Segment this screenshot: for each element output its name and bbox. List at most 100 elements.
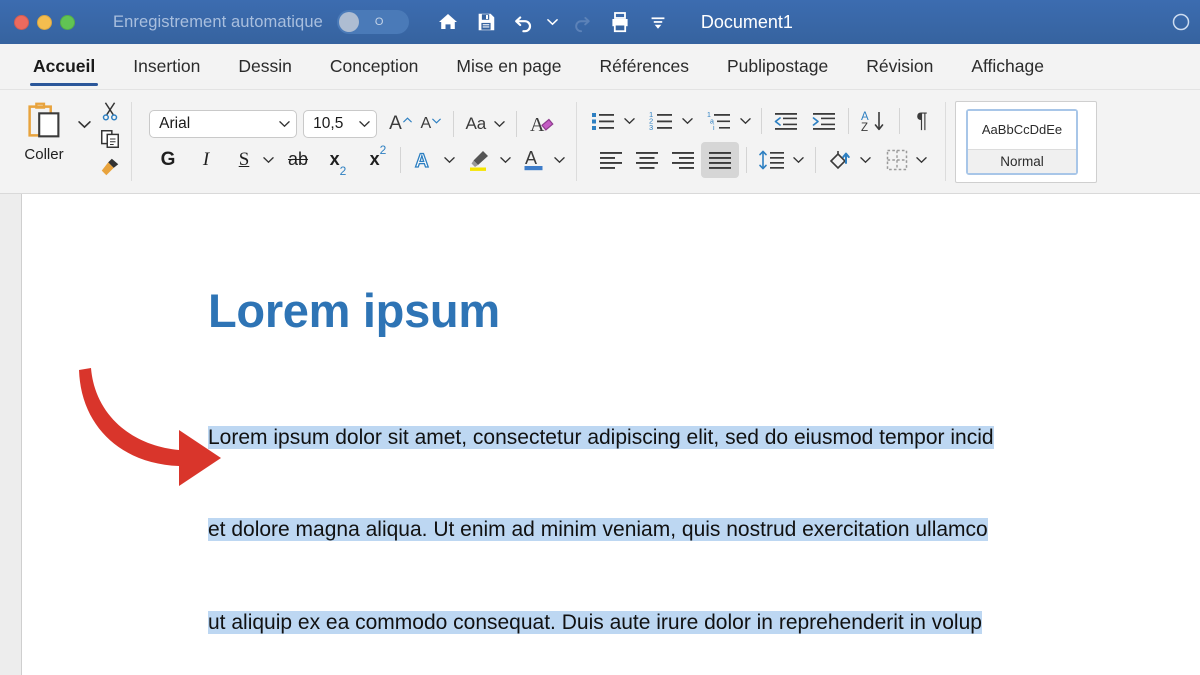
minimize-window-button[interactable] (37, 14, 52, 30)
share-icon[interactable] (1164, 6, 1198, 38)
chevron-down-icon (359, 120, 370, 127)
multilevel-list-button[interactable]: 1 a i (702, 106, 736, 136)
underline-chevron-down-icon[interactable] (259, 146, 277, 174)
numbering-button[interactable]: 1 2 3 (644, 106, 678, 136)
svg-text:3: 3 (649, 123, 653, 132)
font-size-value: 10,5 (313, 114, 344, 132)
paste-button[interactable]: Coller (12, 90, 76, 163)
tab-conception[interactable]: Conception (311, 44, 438, 90)
copy-button[interactable] (95, 126, 125, 152)
bold-button[interactable]: G (153, 145, 183, 175)
tab-label: Affichage (971, 56, 1044, 76)
format-painter-button[interactable] (95, 154, 125, 180)
numbering-chevron-down-icon[interactable] (678, 107, 696, 135)
document-page[interactable]: Lorem ipsum Lorem ipsum dolor sit amet, … (23, 194, 1200, 675)
paste-dropdown-chevron-down-icon[interactable] (78, 90, 91, 134)
bullets-button[interactable] (586, 106, 620, 136)
show-formatting-marks-button[interactable]: ¶ (907, 106, 937, 136)
tab-mise-en-page[interactable]: Mise en page (437, 44, 580, 90)
strikethrough-button[interactable]: ab (283, 145, 313, 175)
svg-text:A: A (525, 148, 537, 168)
home-icon[interactable] (431, 6, 465, 38)
align-right-button[interactable] (665, 143, 701, 177)
tab-references[interactable]: Références (581, 44, 709, 90)
change-case-chevron-down-icon[interactable] (491, 110, 509, 138)
shading-button[interactable] (823, 145, 857, 175)
align-right-icon (671, 151, 694, 169)
tab-revision[interactable]: Révision (847, 44, 952, 90)
document-title: Document1 (700, 11, 793, 32)
close-window-button[interactable] (14, 14, 29, 30)
undo-icon[interactable] (507, 6, 541, 38)
shading-chevron-down-icon[interactable] (857, 146, 875, 174)
undo-dropdown-chevron-down-icon[interactable] (545, 6, 561, 38)
styles-group: AaBbCcDdEe Normal (945, 90, 1097, 193)
font-color-chevron-down-icon[interactable] (550, 146, 568, 174)
left-gutter (0, 194, 22, 675)
borders-chevron-down-icon[interactable] (913, 146, 931, 174)
text-effects-chevron-down-icon[interactable] (440, 146, 458, 174)
increase-indent-button[interactable] (807, 106, 841, 136)
font-color-button[interactable]: A (518, 145, 550, 175)
print-icon[interactable] (603, 6, 637, 38)
superscript-button[interactable]: x2 (363, 143, 393, 175)
align-center-button[interactable] (629, 143, 665, 177)
style-item-normal[interactable]: AaBbCcDdEe Normal (966, 108, 1078, 175)
change-case-button[interactable]: Aa (461, 109, 491, 139)
subscript-button[interactable]: x2 (323, 145, 353, 178)
tab-insertion[interactable]: Insertion (114, 44, 219, 90)
styles-gallery[interactable]: AaBbCcDdEe Normal (955, 100, 1097, 183)
font-name-combobox[interactable]: Arial (149, 109, 298, 138)
tab-accueil[interactable]: Accueil (14, 44, 114, 90)
tab-label: Références (599, 56, 690, 76)
borders-button[interactable] (881, 145, 913, 175)
subscript-label: x (329, 149, 340, 169)
svg-text:i: i (713, 125, 715, 132)
autosave-toggle[interactable]: O (336, 10, 409, 34)
paragraph-line: ut aliquip ex ea commodo consequat. Duis… (208, 608, 1200, 639)
divider (515, 110, 517, 137)
clear-formatting-button[interactable]: A (524, 109, 560, 139)
clipboard-mini-buttons (95, 90, 125, 180)
line-spacing-chevron-down-icon[interactable] (790, 146, 808, 174)
italic-button[interactable]: I (191, 145, 221, 175)
font-size-combobox[interactable]: 10,5 (303, 109, 378, 138)
chevron-up-icon (403, 116, 412, 122)
ribbon-tab-bar: Accueil Insertion Dessin Conception Mise… (0, 44, 1200, 90)
chevron-down-icon (432, 118, 441, 124)
line-spacing-button[interactable] (754, 145, 790, 175)
chevron-down-icon (279, 120, 290, 127)
tab-publipostage[interactable]: Publipostage (708, 44, 847, 90)
document-area: Lorem ipsum Lorem ipsum dolor sit amet, … (0, 194, 1200, 675)
customize-toolbar-icon[interactable] (641, 6, 675, 38)
divider (452, 110, 454, 137)
decrease-indent-button[interactable] (769, 106, 803, 136)
multilevel-chevron-down-icon[interactable] (736, 107, 754, 135)
cut-button[interactable] (95, 98, 125, 124)
line-spacing-icon (758, 150, 784, 169)
subscript-digit: 2 (339, 163, 347, 178)
clipboard-group: Coller (0, 90, 131, 193)
style-preview-text: AaBbCcDdEe (968, 110, 1076, 149)
tab-affichage[interactable]: Affichage (952, 44, 1063, 90)
maximize-window-button[interactable] (60, 14, 75, 30)
tab-dessin[interactable]: Dessin (219, 44, 311, 90)
sort-az-icon: A Z (861, 111, 884, 133)
align-left-button[interactable] (593, 143, 629, 177)
sort-button[interactable]: A Z (856, 106, 892, 136)
save-icon[interactable] (469, 6, 503, 38)
divider (400, 146, 401, 173)
justify-button[interactable] (700, 141, 739, 178)
grow-font-button[interactable]: A (385, 109, 416, 139)
shrink-font-button[interactable]: A (416, 109, 446, 139)
tab-label: Révision (866, 56, 934, 76)
text-effects-button[interactable]: A (408, 145, 440, 175)
bullets-chevron-down-icon[interactable] (620, 107, 638, 135)
svg-text:A: A (415, 151, 429, 172)
underline-button[interactable]: S (229, 145, 259, 175)
tab-label: Conception (329, 56, 419, 76)
highlight-chevron-down-icon[interactable] (496, 146, 514, 174)
autosave-toggle-state: O (374, 16, 384, 28)
multilevel-list-icon: 1 a i (707, 112, 730, 132)
highlight-button[interactable] (462, 145, 496, 175)
